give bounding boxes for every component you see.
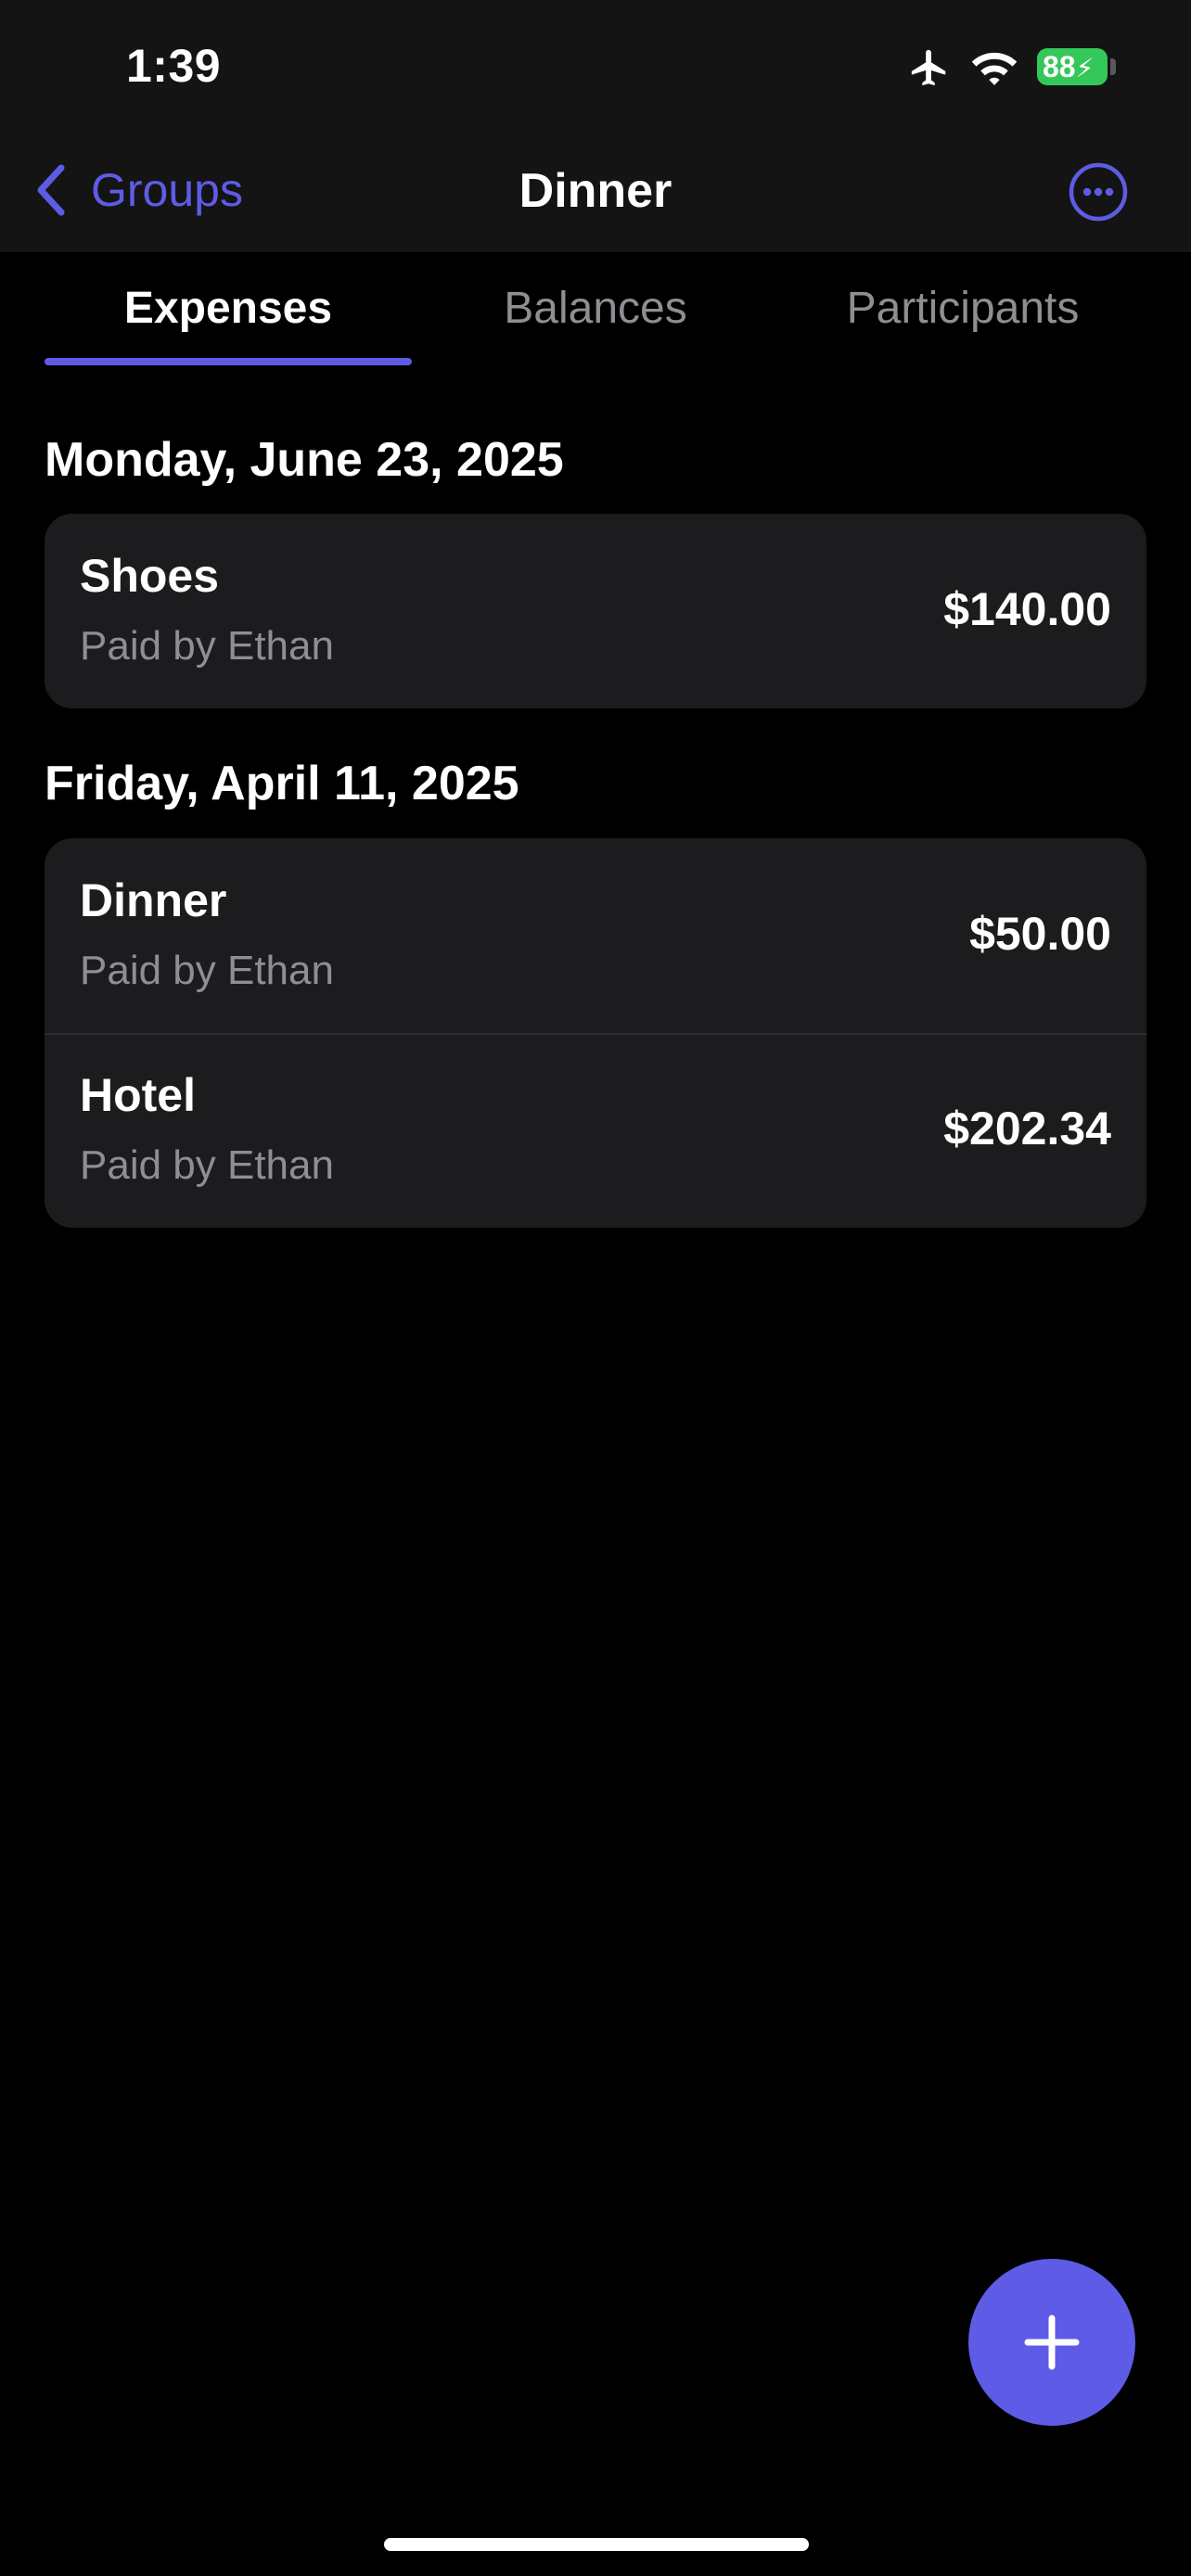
- expense-paid-by: Paid by Ethan: [80, 1142, 334, 1188]
- home-indicator[interactable]: [384, 2538, 809, 2551]
- expense-amount: $140.00: [943, 583, 1111, 635]
- expense-title: Shoes: [80, 550, 220, 602]
- expense-paid-by: Paid by Ethan: [80, 623, 334, 669]
- tab-participants[interactable]: Participants: [779, 252, 1146, 363]
- add-expense-button[interactable]: [968, 2259, 1135, 2426]
- expense-paid-by: Paid by Ethan: [80, 948, 334, 993]
- battery-indicator: 88⚡: [1037, 48, 1108, 85]
- expense-amount: $202.34: [943, 1103, 1111, 1154]
- expense-row[interactable]: Hotel Paid by Ethan $202.34: [45, 1033, 1146, 1228]
- airplane-icon: [911, 49, 946, 86]
- tab-bar: Expenses Balances Participants: [0, 252, 1191, 369]
- section-date: Monday, June 23, 2025: [45, 433, 564, 487]
- active-tab-indicator: [45, 358, 412, 365]
- expense-row[interactable]: Shoes Paid by Ethan $140.00: [45, 514, 1146, 708]
- charging-bolt-icon: ⚡: [1075, 54, 1095, 83]
- expense-amount: $50.00: [969, 908, 1111, 960]
- plus-icon: [1024, 2315, 1080, 2370]
- top-bar: 1:39 88⚡ Groups Dinner: [0, 0, 1191, 253]
- more-options-button[interactable]: [1068, 161, 1129, 223]
- page-title: Dinner: [519, 164, 672, 218]
- tab-balances[interactable]: Balances: [412, 252, 779, 363]
- status-time: 1:39: [126, 40, 222, 92]
- expense-group-card: Dinner Paid by Ethan $50.00 Hotel Paid b…: [45, 838, 1146, 1228]
- wifi-icon: [971, 52, 1018, 85]
- expense-row[interactable]: Dinner Paid by Ethan $50.00: [45, 838, 1146, 1033]
- expense-title: Hotel: [80, 1069, 196, 1121]
- battery-level: 88: [1043, 50, 1076, 83]
- section-date: Friday, April 11, 2025: [45, 757, 519, 810]
- tab-expenses[interactable]: Expenses: [45, 252, 412, 363]
- expense-group-card: Shoes Paid by Ethan $140.00: [45, 514, 1146, 708]
- expense-title: Dinner: [80, 874, 227, 926]
- battery-cap: [1110, 58, 1116, 75]
